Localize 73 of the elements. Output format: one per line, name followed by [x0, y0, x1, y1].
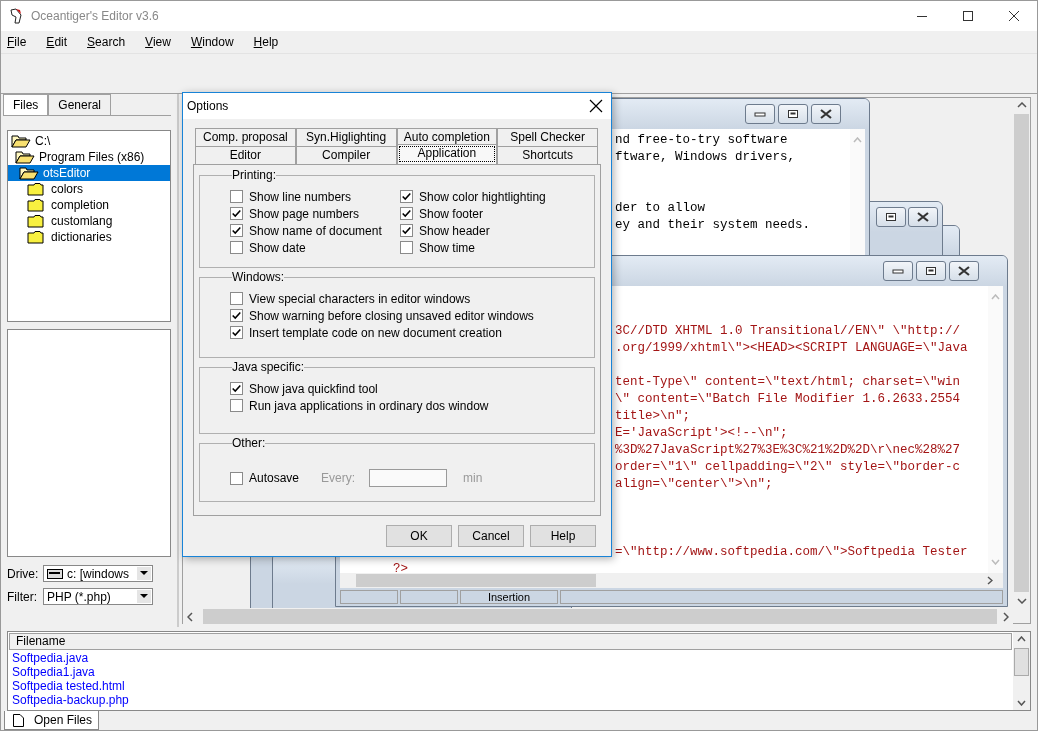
- code-line: der to allow: [615, 200, 705, 215]
- code-line: E='JavaScript'><!--\n";: [615, 425, 788, 440]
- option-label: Show footer: [419, 206, 484, 221]
- menu-item[interactable]: Window: [189, 35, 243, 49]
- tree-item[interactable]: Program Files (x86): [8, 149, 170, 165]
- tree-item[interactable]: dictionaries: [8, 229, 170, 245]
- drive-label: Drive:: [7, 566, 37, 581]
- dialog-tab[interactable]: Shortcuts: [497, 146, 598, 164]
- dialog-button[interactable]: Help: [530, 525, 596, 547]
- option-label: View special characters in editor windows: [249, 291, 471, 306]
- menu-item[interactable]: Edit: [45, 35, 77, 49]
- code-line: tent-Type\" content=\"text/html; charset=\"win: [615, 374, 961, 389]
- code-line: order=\"1\" cellpadding=\"2\" style=\"border-c: [615, 459, 961, 474]
- group-title: Other:: [232, 436, 266, 450]
- sidebar-tab[interactable]: General: [48, 94, 112, 115]
- file-link[interactable]: Softpedia-backup.php: [12, 693, 129, 707]
- tree-item[interactable]: completion: [8, 197, 170, 213]
- code-line: title>\n";: [615, 408, 690, 423]
- option-label: Autosave: [249, 471, 300, 485]
- code-line: =\"http://www.softpedia.com/\">Softpedia Tester: [615, 544, 968, 559]
- dialog-tab[interactable]: Compiler: [295, 146, 397, 164]
- option-label: Run java applications in ordinary dos window: [249, 398, 489, 413]
- tree-item[interactable]: otsEditor: [8, 165, 170, 181]
- code-line: ftware, Windows drivers,: [615, 149, 796, 164]
- code-line: .org/1999/xhtml\"><HEAD><SCRIPT LANGUAGE=\"Java: [615, 340, 968, 355]
- option-label: Show header: [419, 223, 490, 238]
- drive-select[interactable]: c: [windows: [43, 565, 153, 582]
- column-header[interactable]: Filename: [9, 633, 1012, 650]
- menu-item[interactable]: Search: [86, 35, 135, 49]
- code-line: ?>: [393, 561, 408, 573]
- filter-label: Filter:: [7, 589, 37, 604]
- file-link[interactable]: Softpedia tested.html: [12, 679, 125, 693]
- option-label: Show time: [419, 240, 476, 255]
- dialog-tab[interactable]: Editor: [195, 146, 296, 164]
- menu-item[interactable]: Help: [252, 35, 288, 49]
- option-label: Show java quickfind tool: [249, 381, 378, 396]
- menu-item[interactable]: File: [6, 35, 36, 49]
- interval-label: Every:: [321, 471, 356, 485]
- tree-item[interactable]: customlang: [8, 213, 170, 229]
- filter-select[interactable]: PHP (*.php): [43, 588, 153, 605]
- dialog-tab[interactable]: Syn.Higlighting: [295, 128, 397, 146]
- group-title: Java specific:: [232, 360, 305, 374]
- sidebar-tab[interactable]: Files: [3, 94, 49, 115]
- code-line: nd free-to-try software: [615, 132, 788, 147]
- dialog-tab[interactable]: Comp. proposal: [195, 128, 296, 146]
- menu-item[interactable]: View: [144, 35, 180, 49]
- code-line: align=\"center\">\n";: [615, 476, 773, 491]
- option-label: Insert template code on new document creation: [249, 325, 502, 340]
- option-label: Show date: [249, 240, 306, 255]
- code-line: 3C//DTD XHTML 1.0 Transitional//EN\" \"http://: [615, 323, 961, 338]
- option-label: Show page numbers: [249, 206, 360, 221]
- group-title: Windows:: [232, 270, 284, 284]
- dialog-button[interactable]: Cancel: [458, 525, 524, 547]
- dialog-button[interactable]: OK: [386, 525, 452, 547]
- tree-item[interactable]: C:\: [8, 133, 170, 149]
- option-label: Show line numbers: [249, 189, 352, 204]
- status-mode: Insertion: [460, 590, 558, 604]
- code-line: ey and their system needs.: [615, 217, 811, 232]
- file-link[interactable]: Softpedia.java: [12, 651, 89, 665]
- panel-tab[interactable]: Open Files: [4, 711, 100, 730]
- option-label: Show name of document: [249, 223, 382, 238]
- code-line: \" content=\"Batch File Modifier 1.6.2633.2554: [615, 391, 961, 406]
- code-line: %3D%27JavaScript%27%3E%3C%21%2D%2D\r\nec%28%27: [615, 442, 961, 457]
- dialog-tab[interactable]: Application: [396, 144, 498, 164]
- option-label: Show color hightlighting: [419, 189, 546, 204]
- unit-label: min: [463, 471, 483, 485]
- window-title: Oceantiger's Editor v3.6: [31, 9, 159, 23]
- file-link[interactable]: Softpedia1.java: [12, 665, 95, 679]
- option-label: Show warning before closing unsaved editor windows: [249, 308, 534, 323]
- group-title: Printing:: [232, 168, 277, 182]
- tree-item[interactable]: colors: [8, 181, 170, 197]
- dialog-tab[interactable]: Spell Checker: [497, 128, 598, 146]
- dialog-title: Options: [187, 99, 229, 113]
